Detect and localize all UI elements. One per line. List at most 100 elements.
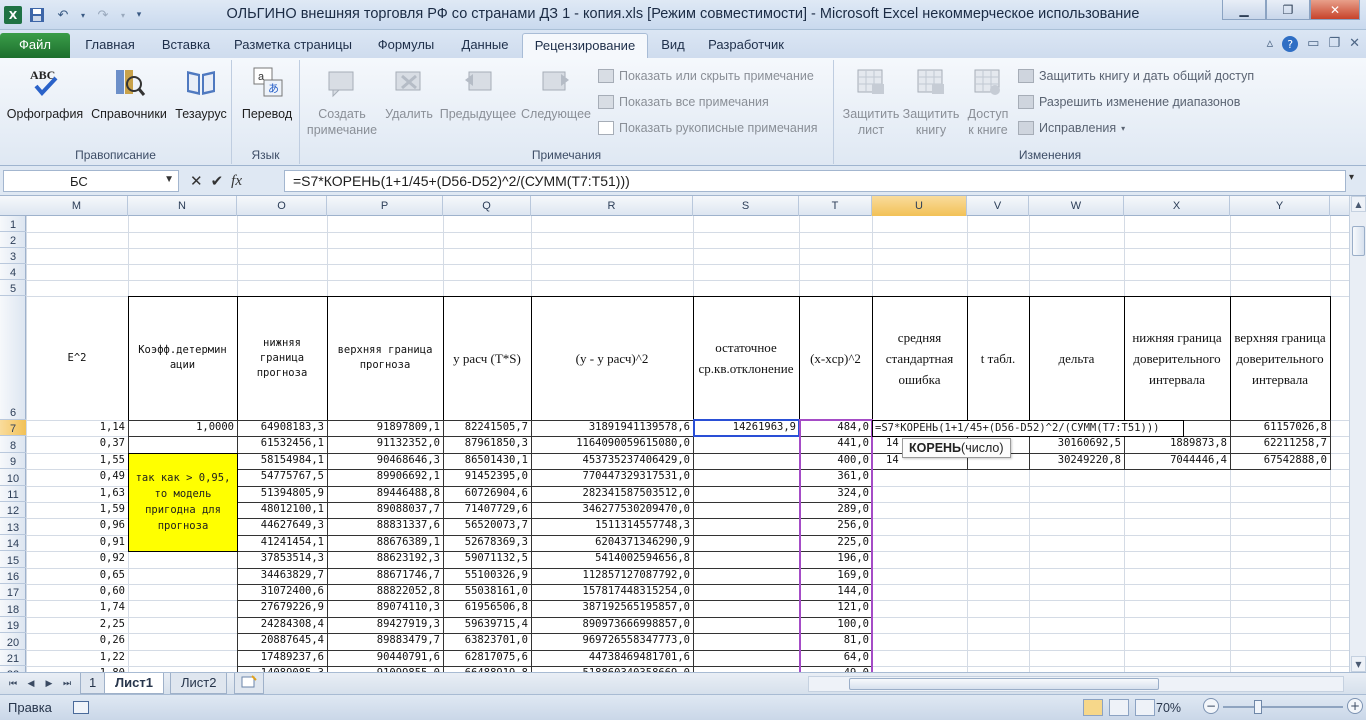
zoom-slider-track[interactable]: [1223, 706, 1343, 708]
cell[interactable]: 61956506,8: [443, 600, 531, 616]
cell[interactable]: 324,0: [799, 486, 872, 502]
scroll-up-icon[interactable]: ▲: [1351, 196, 1366, 212]
scroll-down-icon[interactable]: ▼: [1351, 656, 1366, 672]
column-header[interactable]: S: [693, 196, 799, 216]
cell[interactable]: 7044446,4: [1124, 453, 1230, 469]
cell[interactable]: 346277530209470,0: [531, 502, 693, 518]
row-header[interactable]: 11: [0, 486, 26, 502]
worksheet-grid[interactable]: MNOPQRSTUVWXY 1 2 3 4 5 6 7 8 9 10 11 12 13 14 15 16 17 1…: [0, 196, 1366, 672]
cell[interactable]: 969726558347773,0: [531, 633, 693, 649]
tab-view[interactable]: Вид: [652, 33, 694, 58]
cell[interactable]: 86501430,1: [443, 453, 531, 469]
cancel-icon[interactable]: ✕: [190, 172, 203, 190]
page-break-view-icon[interactable]: [1135, 699, 1155, 716]
cell[interactable]: 1,63: [26, 486, 128, 502]
cell[interactable]: 112857127087792,0: [531, 568, 693, 584]
cell[interactable]: 0,26: [26, 633, 128, 649]
translate-button[interactable]: aあ Перевод: [236, 64, 298, 122]
minimize-ribbon-icon[interactable]: ▵: [1267, 36, 1274, 52]
prev-sheet-icon[interactable]: ◀: [24, 676, 38, 692]
cell[interactable]: 90440791,6: [327, 650, 443, 666]
cell[interactable]: 58154984,1: [237, 453, 327, 469]
cell[interactable]: 56520073,7: [443, 518, 531, 534]
formula-input[interactable]: =S7*КОРЕНЬ(1+1/45+(D56-D52)^2/(СУММ(T7:T…: [284, 170, 1346, 192]
cell[interactable]: 41241454,1: [237, 535, 327, 551]
doc-restore-icon[interactable]: ❐: [1328, 36, 1340, 52]
cell[interactable]: 87961850,3: [443, 436, 531, 452]
column-header[interactable]: T: [799, 196, 872, 216]
sheet-tab-1[interactable]: Лист1: [104, 673, 164, 694]
cell[interactable]: 1,59: [26, 502, 128, 518]
cell[interactable]: 91452395,0: [443, 469, 531, 485]
insert-function-icon[interactable]: fx: [231, 173, 242, 190]
cell[interactable]: 5414002594656,8: [531, 551, 693, 567]
cell[interactable]: 30160692,5: [1029, 436, 1124, 452]
cell[interactable]: 0,37: [26, 436, 128, 452]
cell[interactable]: 31072400,6: [237, 584, 327, 600]
cell[interactable]: 59071132,5: [443, 551, 531, 567]
cell[interactable]: 82241505,7: [443, 420, 531, 436]
protect-workbook-button[interactable]: Защитить книгу: [900, 64, 962, 138]
cell[interactable]: 24284308,4: [237, 617, 327, 633]
cell[interactable]: 1,55: [26, 453, 128, 469]
column-header[interactable]: O: [237, 196, 327, 216]
zoom-in-icon[interactable]: +: [1347, 698, 1363, 714]
cell[interactable]: 169,0: [799, 568, 872, 584]
cell[interactable]: 1,0000: [128, 420, 237, 436]
column-header[interactable]: X: [1124, 196, 1230, 216]
enter-icon[interactable]: ✔: [211, 172, 224, 190]
cell[interactable]: 52678369,3: [443, 535, 531, 551]
tab-file[interactable]: Файл: [0, 33, 70, 58]
tab-page-layout[interactable]: Разметка страницы: [226, 33, 360, 58]
macro-record-icon[interactable]: [73, 701, 89, 714]
tab-formulas[interactable]: Формулы: [364, 33, 448, 58]
cell[interactable]: 1889873,8: [1124, 436, 1230, 452]
tooltip-function-name[interactable]: КОРЕНЬ: [909, 441, 961, 455]
allow-ranges-button[interactable]: Разрешить изменение диапазонов: [1018, 92, 1240, 112]
cell[interactable]: 6204371346290,9: [531, 535, 693, 551]
sheet-tab-2[interactable]: Лист2: [170, 673, 228, 694]
row-header[interactable]: 3: [0, 248, 26, 264]
row-header[interactable]: 12: [0, 502, 26, 519]
protect-sheet-button[interactable]: Защитить лист: [836, 64, 906, 138]
row-header[interactable]: 10: [0, 469, 26, 486]
column-header[interactable]: U: [872, 196, 967, 216]
cell[interactable]: 89088037,7: [327, 502, 443, 518]
first-sheet-icon[interactable]: ⏮: [6, 676, 20, 692]
row-header[interactable]: 13: [0, 518, 26, 535]
spelling-button[interactable]: ABC Орфография: [4, 64, 86, 122]
cell[interactable]: 88822052,8: [327, 584, 443, 600]
horizontal-scroll-thumb[interactable]: [849, 678, 1159, 690]
cell[interactable]: 0,65: [26, 568, 128, 584]
cell[interactable]: 89074110,3: [327, 600, 443, 616]
tab-review[interactable]: Рецензирование: [522, 33, 648, 58]
cell[interactable]: 361,0: [799, 469, 872, 485]
cell[interactable]: 0,91: [26, 535, 128, 551]
tab-developer[interactable]: Разработчик: [698, 33, 794, 58]
cell[interactable]: 51394805,9: [237, 486, 327, 502]
cell[interactable]: 89906692,1: [327, 469, 443, 485]
column-header[interactable]: W: [1029, 196, 1124, 216]
cell[interactable]: 89427919,3: [327, 617, 443, 633]
cell[interactable]: 37853514,3: [237, 551, 327, 567]
vertical-scrollbar[interactable]: ▲ ▼: [1349, 196, 1366, 672]
cell[interactable]: 1,74: [26, 600, 128, 616]
new-comment-button[interactable]: Создать примечание: [306, 64, 378, 138]
cell[interactable]: 0,92: [26, 551, 128, 567]
show-hide-comment-button[interactable]: Показать или скрыть примечание: [598, 66, 814, 86]
zoom-out-icon[interactable]: −: [1203, 698, 1219, 714]
cell[interactable]: 81,0: [799, 633, 872, 649]
column-header[interactable]: M: [26, 196, 128, 216]
cell[interactable]: 27679226,9: [237, 600, 327, 616]
chevron-down-icon[interactable]: ▼: [164, 174, 174, 185]
cell[interactable]: 2,25: [26, 617, 128, 633]
cell[interactable]: 1511314557748,3: [531, 518, 693, 534]
column-header[interactable]: N: [128, 196, 237, 216]
cell[interactable]: 0,60: [26, 584, 128, 600]
row-header[interactable]: 21: [0, 650, 26, 666]
research-button[interactable]: Справочники: [86, 64, 172, 122]
cell[interactable]: 64,0: [799, 650, 872, 666]
cell[interactable]: 62211258,7: [1230, 436, 1330, 452]
cell[interactable]: 282341587503512,0: [531, 486, 693, 502]
maximize-button[interactable]: ❐: [1266, 0, 1310, 20]
